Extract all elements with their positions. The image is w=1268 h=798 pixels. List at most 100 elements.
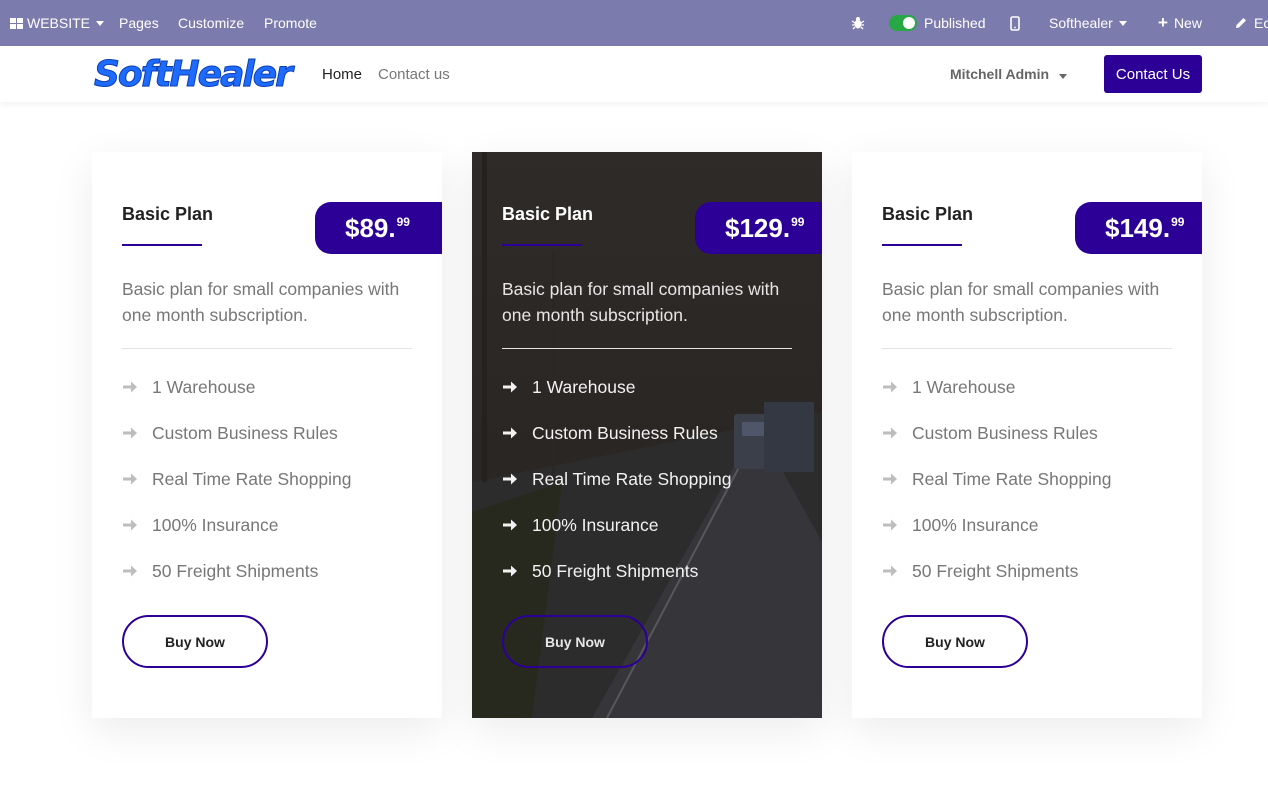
divider — [882, 348, 1172, 349]
mobile-preview-icon[interactable] — [1010, 0, 1020, 46]
price-amount: $129. — [725, 212, 791, 243]
arrow-right-icon — [883, 427, 897, 439]
site-navbar: SoftHealer Home Contact us Mitchell Admi… — [0, 46, 1268, 102]
nav-home-link[interactable]: Home — [322, 66, 362, 83]
feature-item: Real Time Rate Shopping — [882, 456, 1111, 502]
contact-us-button[interactable]: Contact Us — [1104, 55, 1202, 93]
nav-contact-link[interactable]: Contact us — [378, 66, 450, 83]
website-menu[interactable]: WEBSITE — [10, 0, 105, 46]
buy-now-button[interactable]: Buy Now — [122, 615, 268, 668]
feature-item: Custom Business Rules — [882, 410, 1111, 456]
divider — [122, 348, 412, 349]
plan-description: Basic plan for small companies with one … — [882, 279, 1160, 325]
arrow-right-icon — [883, 473, 897, 485]
feature-label: 100% Insurance — [152, 514, 279, 535]
price-badge: $149. 99 — [1075, 202, 1202, 254]
arrow-right-icon — [123, 427, 137, 439]
feature-label: 50 Freight Shipments — [152, 560, 319, 581]
price-cents: 99 — [1171, 215, 1185, 229]
feature-label: Custom Business Rules — [912, 422, 1098, 443]
price-amount: $149. — [1105, 212, 1171, 243]
feature-label: Real Time Rate Shopping — [532, 468, 732, 489]
feature-item: Custom Business Rules — [502, 410, 731, 456]
feature-list: 1 Warehouse Custom Business Rules Real T… — [882, 364, 1111, 594]
user-name: Mitchell Admin — [950, 66, 1050, 82]
feature-item: 1 Warehouse — [882, 364, 1111, 410]
chevron-down-icon — [1118, 20, 1127, 26]
plan-title: Basic Plan — [882, 204, 974, 224]
chevron-down-icon — [1058, 74, 1067, 79]
price-amount: $89. — [345, 212, 396, 243]
feature-item: 100% Insurance — [122, 502, 351, 548]
arrow-right-icon — [883, 565, 897, 577]
feature-item: 100% Insurance — [502, 502, 731, 548]
price-badge: $129. 99 — [695, 202, 822, 254]
plus-icon: + — [1158, 13, 1168, 32]
arrow-right-icon — [503, 427, 517, 439]
arrow-right-icon — [503, 381, 517, 393]
feature-label: 100% Insurance — [912, 514, 1039, 535]
debug-bug-icon[interactable] — [851, 0, 865, 46]
feature-list: 1 Warehouse Custom Business Rules Real T… — [502, 364, 731, 594]
feature-item: 50 Freight Shipments — [502, 548, 731, 594]
edit-button[interactable]: Ec — [1235, 0, 1268, 46]
arrow-right-icon — [883, 381, 897, 393]
website-menu-label: WEBSITE — [27, 15, 91, 31]
feature-item: Custom Business Rules — [122, 410, 351, 456]
price-cents: 99 — [396, 215, 410, 229]
feature-item: Real Time Rate Shopping — [502, 456, 731, 502]
feature-label: 1 Warehouse — [912, 376, 1016, 397]
edit-label: Ec — [1254, 15, 1268, 31]
new-label: New — [1173, 15, 1202, 31]
feature-item: 1 Warehouse — [122, 364, 351, 410]
feature-label: Real Time Rate Shopping — [152, 468, 352, 489]
feature-label: 1 Warehouse — [152, 376, 256, 397]
plan-title: Basic Plan — [122, 204, 214, 224]
plan-title: Basic Plan — [502, 204, 594, 224]
feature-item: 50 Freight Shipments — [882, 548, 1111, 594]
promote-menu[interactable]: Promote — [264, 0, 317, 46]
feature-label: 50 Freight Shipments — [912, 560, 1079, 581]
arrow-right-icon — [503, 565, 517, 577]
price-cents: 99 — [791, 215, 805, 229]
company-label: Softhealer — [1049, 15, 1113, 31]
arrow-right-icon — [123, 473, 137, 485]
feature-item: 1 Warehouse — [502, 364, 731, 410]
feature-label: Real Time Rate Shopping — [912, 468, 1112, 489]
user-menu[interactable]: Mitchell Admin — [950, 66, 1067, 82]
arrow-right-icon — [883, 519, 897, 531]
feature-label: 100% Insurance — [532, 514, 659, 535]
buy-now-button[interactable]: Buy Now — [882, 615, 1028, 668]
feature-item: 100% Insurance — [882, 502, 1111, 548]
title-underline — [502, 244, 582, 246]
new-button[interactable]: + New — [1158, 0, 1202, 46]
pricing-card-featured: Basic Plan $129. 99 Basic plan for small … — [472, 152, 822, 718]
plan-description: Basic plan for small companies with one … — [122, 279, 400, 325]
arrow-right-icon — [123, 565, 137, 577]
company-switcher[interactable]: Softhealer — [1049, 0, 1127, 46]
toggle-switch-icon — [889, 15, 917, 31]
pricing-card: Basic Plan $89. 99 Basic plan for small c… — [92, 152, 442, 718]
feature-label: Custom Business Rules — [152, 422, 338, 443]
pencil-icon — [1236, 18, 1246, 28]
brand-logo[interactable]: SoftHealer — [94, 54, 294, 96]
chevron-down-icon — [96, 20, 105, 26]
pricing-card: Basic Plan $149. 99 Basic plan for small … — [852, 152, 1202, 718]
arrow-right-icon — [503, 473, 517, 485]
title-underline — [882, 244, 962, 246]
feature-list: 1 Warehouse Custom Business Rules Real T… — [122, 364, 351, 594]
arrow-right-icon — [123, 381, 137, 393]
apps-grid-icon — [10, 17, 23, 29]
feature-item: Real Time Rate Shopping — [122, 456, 351, 502]
customize-menu[interactable]: Customize — [178, 0, 244, 46]
arrow-right-icon — [503, 519, 517, 531]
published-label: Published — [924, 15, 986, 31]
feature-label: Custom Business Rules — [532, 422, 718, 443]
published-toggle[interactable]: Published — [889, 0, 986, 46]
price-badge: $89. 99 — [315, 202, 442, 254]
pages-menu[interactable]: Pages — [119, 0, 159, 46]
plan-description: Basic plan for small companies with one … — [502, 279, 780, 325]
feature-label: 1 Warehouse — [532, 376, 636, 397]
buy-now-button[interactable]: Buy Now — [502, 615, 648, 668]
admin-bar: WEBSITE Pages Customize Promote Publishe… — [0, 0, 1268, 46]
